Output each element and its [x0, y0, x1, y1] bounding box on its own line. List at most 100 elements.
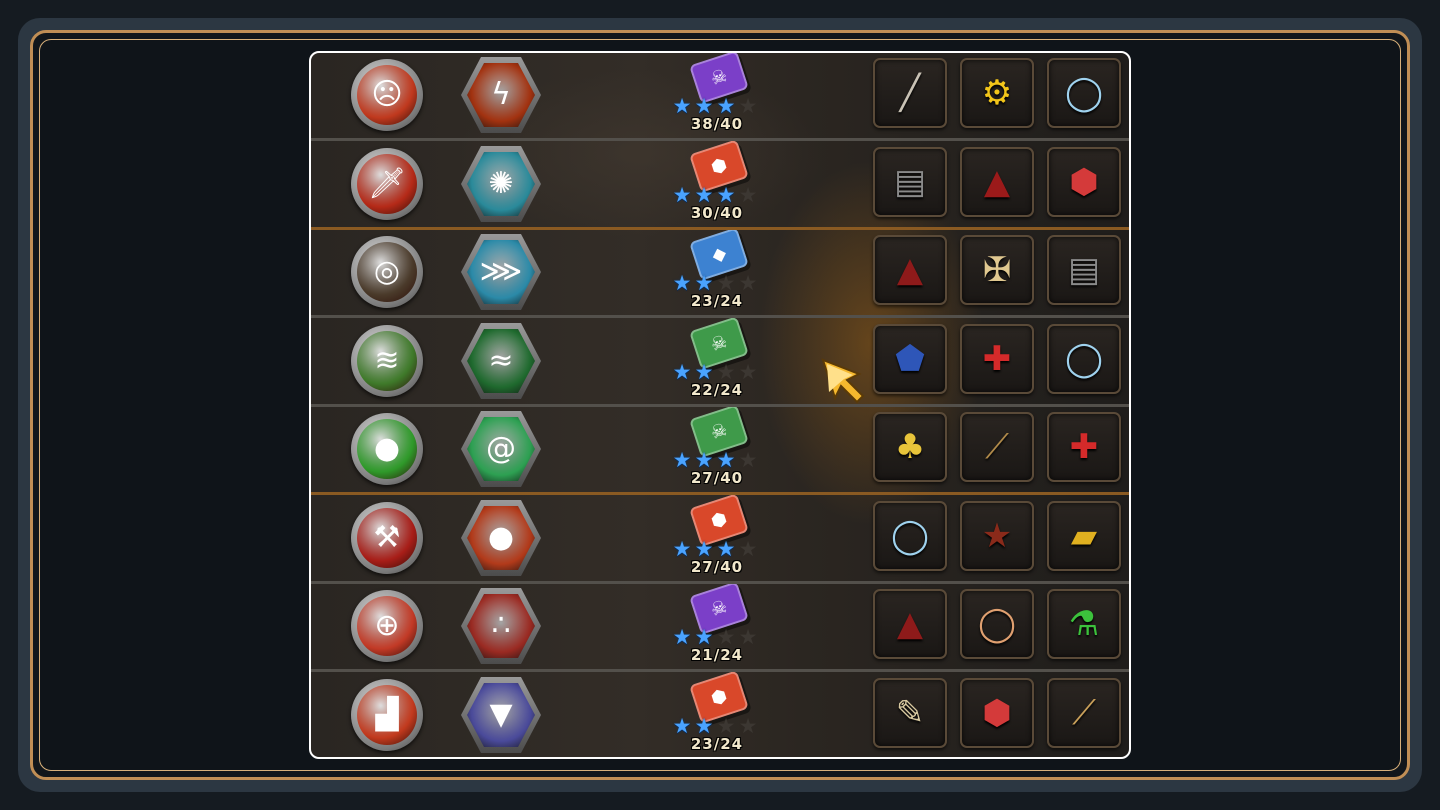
item-slot[interactable]: ♣	[873, 412, 947, 482]
item-slot[interactable]: ◯	[1047, 58, 1121, 128]
bomb-icon: ●	[467, 506, 535, 570]
item-slot[interactable]: ✚	[1047, 412, 1121, 482]
tornado-icon: ▼	[467, 683, 535, 747]
skill-badge[interactable]: ▼	[461, 677, 541, 753]
progress-count: 27/40	[690, 469, 744, 487]
build-row: ⊕ ∴ ☠ ★ ★ ★ ★ 21/24 ▲ ◯ ⚗	[311, 581, 1129, 672]
red-hood-icon: ▲	[983, 162, 1011, 202]
star-empty-icon: ★	[738, 94, 758, 118]
star-filled-icon: ★	[672, 183, 692, 207]
build-list-panel: ▟ ▼ ⬢ ★ ★ ★ ★ 23/24 ✎ ⬢ ⟋ ⊕ ∴ ☠ ★ ★ ★ ★ 21/24 ▲ ◯ ⚗ ⚒ ● ⬢ ★ ★ ★ ★ 27/…	[309, 51, 1131, 759]
build-row: 🗡 ✺ ⬢ ★ ★ ★ ★ 30/40 ▤ ▲ ⬢	[311, 139, 1129, 230]
star-rating: ★ ★ ★ ★	[671, 626, 771, 648]
progress-count: 21/24	[690, 646, 744, 664]
star-empty-icon: ★	[738, 537, 758, 561]
star-filled-icon: ★	[672, 94, 692, 118]
item-slot[interactable]: ⬢	[960, 678, 1034, 748]
star-filled-icon: ★	[694, 183, 714, 207]
item-slot[interactable]: ★	[960, 501, 1034, 571]
build-row: ☹ ϟ ☠ ★ ★ ★ ★ 38/40 ╱ ⚙ ◯	[311, 53, 1129, 141]
lightning-icon: ϟ	[467, 63, 535, 127]
star-filled-icon: ★	[672, 714, 692, 738]
hero-portrait[interactable]: ▟	[351, 679, 423, 751]
ring-icon: ◯	[890, 516, 930, 556]
stone-tablet-icon: ▤	[1067, 250, 1101, 290]
progress-count: 23/24	[690, 292, 744, 310]
item-slot[interactable]: ╱	[873, 58, 947, 128]
item-slot[interactable]: ✎	[873, 678, 947, 748]
star-filled-icon: ★	[716, 448, 736, 472]
star-filled-icon: ★	[694, 360, 714, 384]
item-slot[interactable]: ⬢	[1047, 147, 1121, 217]
item-slot[interactable]: ⬟	[873, 324, 947, 394]
star-empty-icon: ★	[738, 625, 758, 649]
progress-count: 23/24	[690, 735, 744, 753]
star-filled-icon: ★	[694, 537, 714, 561]
red-gem-icon: ⬢	[1069, 162, 1099, 202]
skill-badge[interactable]: ≈	[461, 323, 541, 399]
star-filled-icon: ★	[672, 537, 692, 561]
item-slot[interactable]: ⟋	[1047, 678, 1121, 748]
wind-claw-icon: ≋	[357, 331, 417, 391]
spear-icon: ╱	[899, 73, 921, 113]
star-empty-icon: ★	[738, 448, 758, 472]
progress-count: 27/40	[690, 558, 744, 576]
skill-badge[interactable]: ∴	[461, 588, 541, 664]
item-slot[interactable]: ✠	[960, 235, 1034, 305]
green-swirl-icon: @	[467, 417, 535, 481]
progress-count: 38/40	[690, 115, 744, 133]
green-bubbles-icon: ●	[357, 419, 417, 479]
hero-portrait[interactable]: ⚒	[351, 502, 423, 574]
ring-icon: ◯	[1064, 339, 1104, 379]
spellbook-icon: ★	[981, 516, 1013, 556]
item-slot[interactable]: ◯	[960, 589, 1034, 659]
star-filled-icon: ★	[672, 271, 692, 295]
item-slot[interactable]: ▤	[873, 147, 947, 217]
stone-tablet-icon: ▤	[893, 162, 927, 202]
skill-badge[interactable]: ϟ	[461, 57, 541, 133]
star-filled-icon: ★	[694, 448, 714, 472]
star-rating: ★ ★ ★ ★	[671, 715, 771, 737]
star-filled-icon: ★	[694, 714, 714, 738]
item-slot[interactable]: ▤	[1047, 235, 1121, 305]
star-filled-icon: ★	[672, 448, 692, 472]
item-slot[interactable]: ⚗	[1047, 589, 1121, 659]
star-filled-icon: ★	[694, 271, 714, 295]
broom-icon: ⟋	[985, 427, 1009, 467]
progress-count: 22/24	[690, 381, 744, 399]
hero-portrait[interactable]: ⊕	[351, 590, 423, 662]
hero-portrait[interactable]: ◎	[351, 236, 423, 308]
build-row: ≋ ≈ ☠ ★ ★ ★ ★ 22/24 ⬟ ✚ ◯	[311, 316, 1129, 407]
star-empty-icon: ★	[716, 360, 736, 384]
gear-wheel-icon: ◎	[357, 242, 417, 302]
skill-badge[interactable]: @	[461, 411, 541, 487]
item-slot[interactable]: ✚	[960, 324, 1034, 394]
skill-badge[interactable]: ✺	[461, 146, 541, 222]
star-filled-icon: ★	[716, 183, 736, 207]
red-boot-icon: ▲	[896, 250, 924, 290]
hero-portrait[interactable]: ≋	[351, 325, 423, 397]
item-slot[interactable]: ▰	[1047, 501, 1121, 571]
item-slot[interactable]: ▲	[873, 235, 947, 305]
blue-boot-icon: ▟	[357, 685, 417, 745]
red-boot-icon: ▲	[896, 604, 924, 644]
hero-portrait[interactable]: ☹	[351, 59, 423, 131]
item-slot[interactable]: ◯	[873, 501, 947, 571]
item-slot[interactable]: ⚙	[960, 58, 1034, 128]
star-rating: ★ ★ ★ ★	[671, 538, 771, 560]
item-slot[interactable]: ▲	[873, 589, 947, 659]
skill-badge[interactable]: ⋙	[461, 234, 541, 310]
hero-portrait[interactable]: ●	[351, 413, 423, 485]
item-slot[interactable]: ◯	[1047, 324, 1121, 394]
star-rating: ★ ★ ★ ★	[671, 449, 771, 471]
item-slot[interactable]: ⟋	[960, 412, 1034, 482]
first-aid-kit-icon: ✚	[1069, 427, 1099, 467]
red-gem-icon: ⬢	[982, 693, 1012, 733]
item-slot[interactable]: ▲	[960, 147, 1034, 217]
progress-count: 30/40	[690, 204, 744, 222]
skill-badge[interactable]: ●	[461, 500, 541, 576]
star-empty-icon: ★	[738, 271, 758, 295]
star-empty-icon: ★	[738, 183, 758, 207]
hero-portrait[interactable]: 🗡	[351, 148, 423, 220]
first-aid-kit-icon: ✚	[982, 339, 1012, 379]
